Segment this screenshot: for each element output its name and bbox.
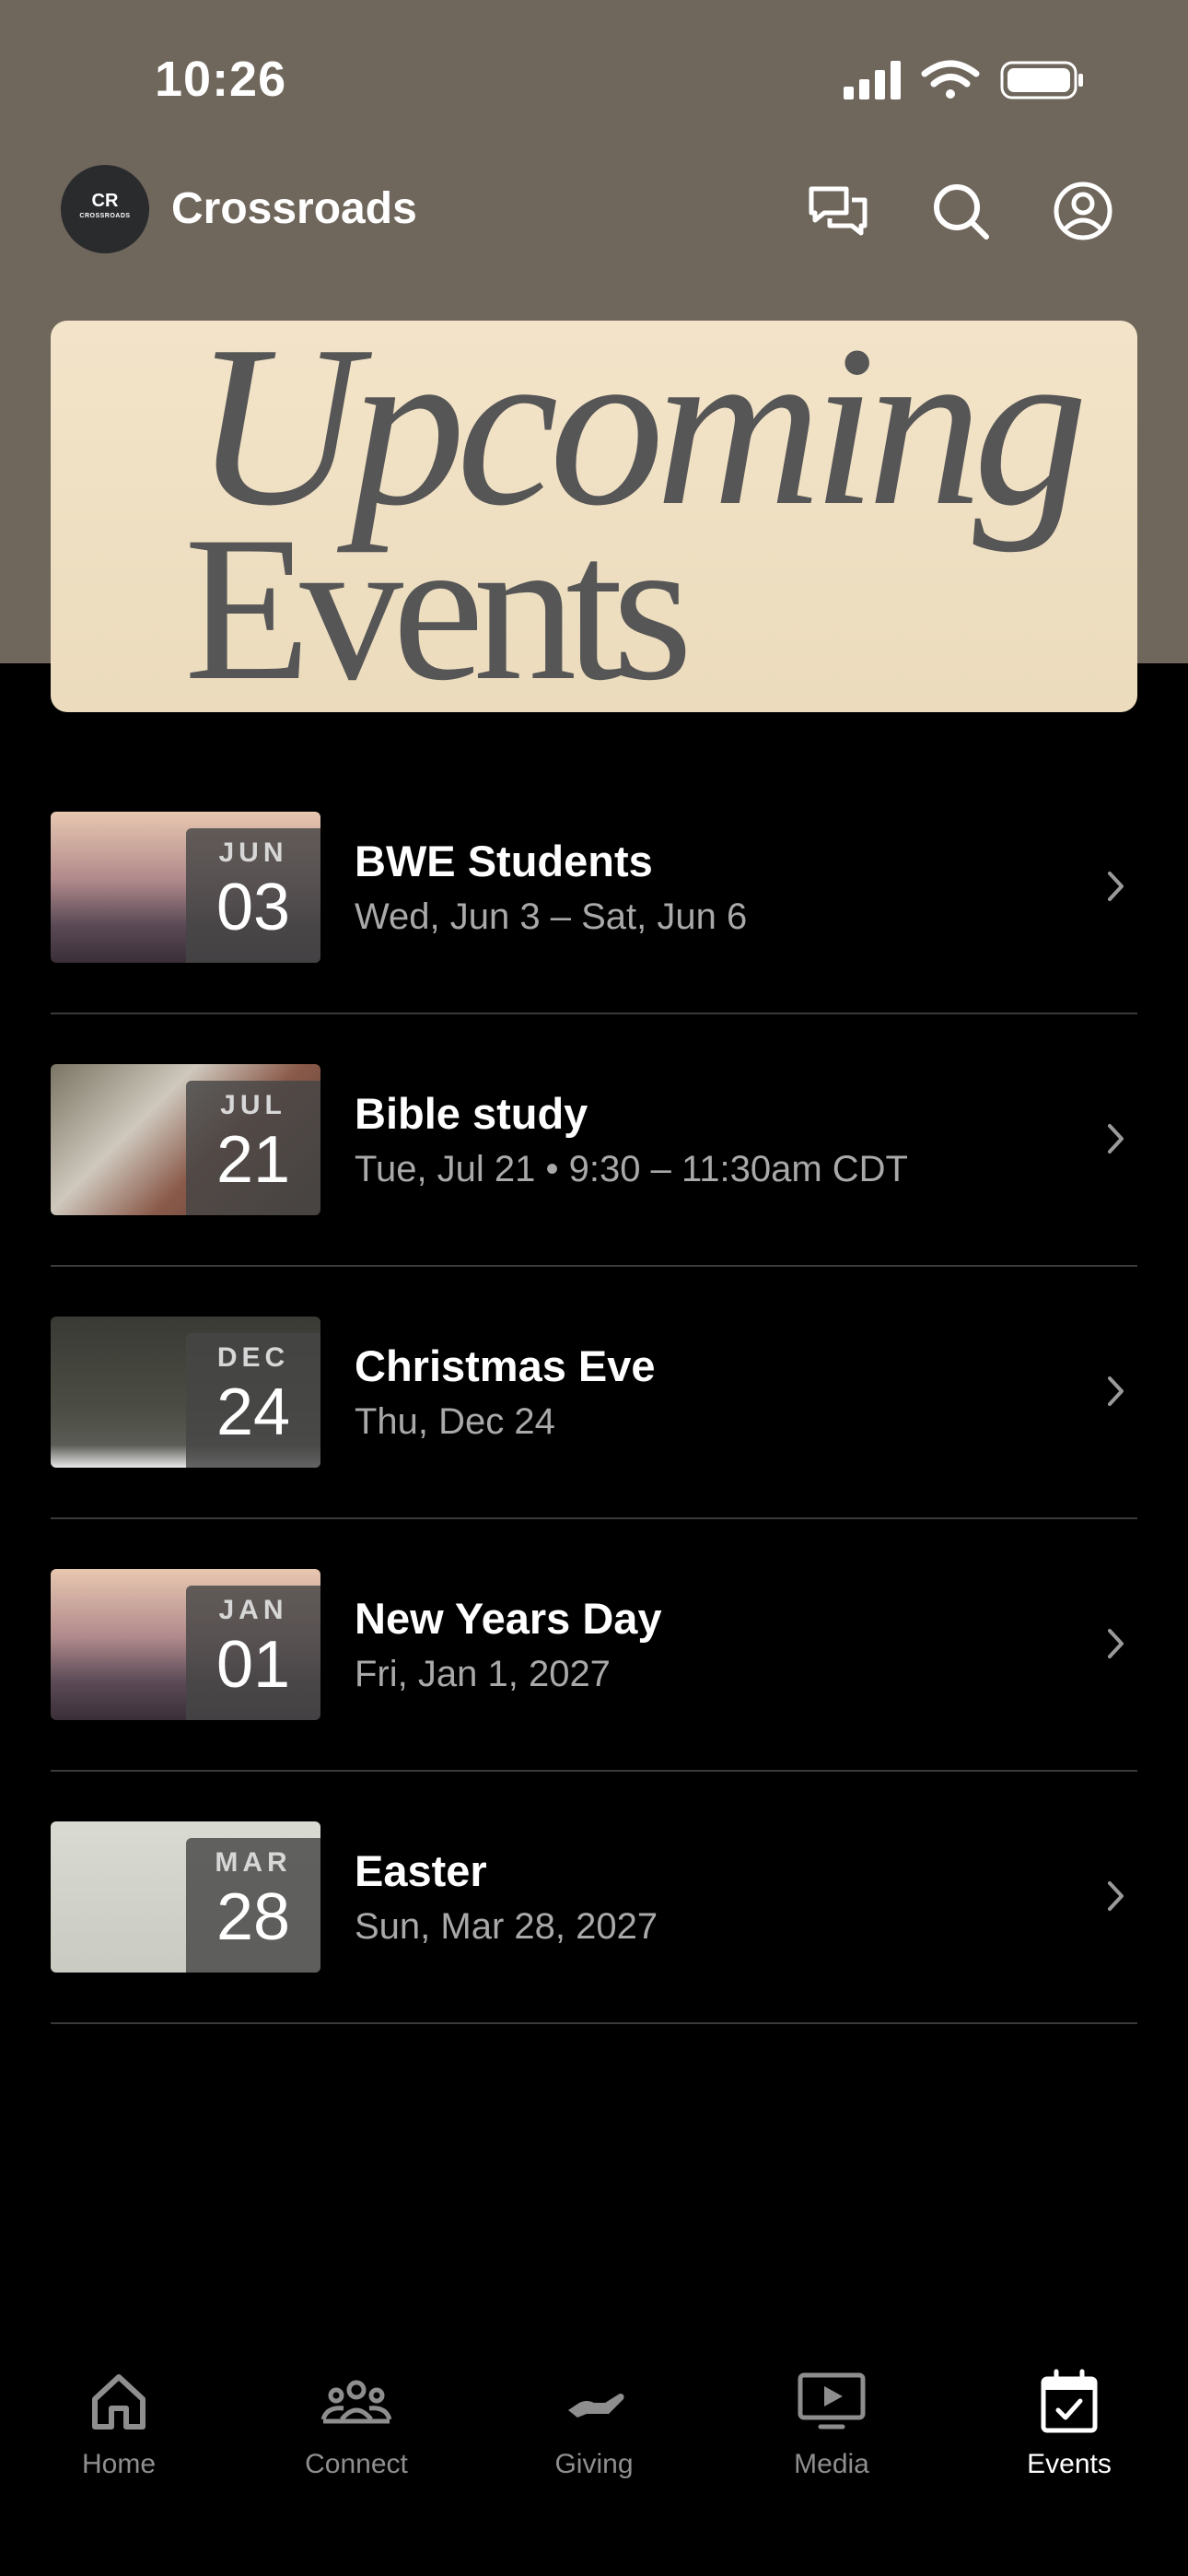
tab-label: Connect — [305, 2449, 408, 2479]
tab-label: Home — [81, 2449, 157, 2479]
event-subtitle: Fri, Jan 1, 2027 — [355, 1654, 611, 1694]
event-day: 28 — [215, 1880, 291, 1954]
event-title: Christmas Eve — [355, 1341, 656, 1390]
event-row[interactable]: JAN 01 New Years Day Fri, Jan 1, 2027 — [51, 1519, 1137, 1772]
event-date-badge: DEC 24 — [186, 1333, 320, 1468]
church-logo[interactable]: CR CROSSROADS — [61, 165, 149, 253]
event-date-badge: JUL 21 — [186, 1081, 320, 1215]
chevron-right-icon — [1108, 1376, 1124, 1406]
status-bar: 10:26 — [0, 0, 1188, 161]
chevron-right-icon — [1108, 1881, 1124, 1911]
logo-mark: CR — [91, 191, 119, 211]
giving-icon — [568, 2394, 624, 2418]
event-subtitle: Tue, Jul 21 • 9:30 – 11:30am CDT — [355, 1149, 908, 1189]
event-title: New Years Day — [355, 1594, 662, 1643]
events-list: JUN 03 BWE Students Wed, Jun 3 – Sat, Ju… — [51, 762, 1137, 2024]
tab-label: Giving — [554, 2449, 634, 2479]
logo-subtext: CROSSROADS — [79, 213, 131, 219]
status-time: 10:26 — [155, 52, 287, 107]
tab-media[interactable]: Media — [713, 2348, 950, 2532]
tab-home[interactable]: Home — [0, 2348, 238, 2532]
banner-title-line2: Events — [184, 493, 693, 712]
event-thumbnail: JUN 03 — [51, 812, 320, 963]
tab-giving[interactable]: Giving — [475, 2348, 713, 2532]
event-date-badge: JUN 03 — [186, 828, 320, 963]
profile-icon[interactable] — [1050, 178, 1116, 244]
event-subtitle: Wed, Jun 3 – Sat, Jun 6 — [355, 896, 748, 937]
calendar-icon — [1041, 2369, 1098, 2433]
event-month: MAR — [215, 1847, 292, 1878]
chevron-right-icon — [1108, 1629, 1124, 1658]
status-icons — [844, 60, 1083, 100]
event-thumbnail: JUL 21 — [51, 1064, 320, 1215]
event-month: JUN — [218, 837, 288, 868]
tab-events[interactable]: Events — [950, 2348, 1188, 2532]
event-day: 03 — [215, 871, 291, 944]
chevron-right-icon — [1108, 872, 1124, 901]
event-row[interactable]: DEC 24 Christmas Eve Thu, Dec 24 — [51, 1267, 1137, 1519]
event-thumbnail: JAN 01 — [51, 1569, 320, 1720]
tab-bar: Home Connect Giving Media Events — [0, 2348, 1188, 2576]
event-row[interactable]: JUN 03 BWE Students Wed, Jun 3 – Sat, Ju… — [51, 762, 1137, 1014]
upcoming-events-banner: Upcoming Events — [51, 321, 1137, 712]
signal-icon — [844, 61, 901, 100]
tab-label: Events — [1027, 2449, 1112, 2479]
event-row[interactable]: MAR 28 Easter Sun, Mar 28, 2027 — [51, 1772, 1137, 2024]
tab-label: Media — [794, 2449, 869, 2479]
search-icon[interactable] — [927, 178, 994, 244]
event-row[interactable]: JUL 21 Bible study Tue, Jul 21 • 9:30 – … — [51, 1014, 1137, 1267]
home-icon — [92, 2374, 146, 2430]
event-title: Easter — [355, 1846, 487, 1895]
tab-connect[interactable]: Connect — [238, 2348, 475, 2532]
app-header: CR CROSSROADS Crossroads — [0, 161, 1188, 263]
event-thumbnail: MAR 28 — [51, 1821, 320, 1973]
event-title: BWE Students — [355, 837, 653, 885]
wifi-icon — [921, 60, 980, 99]
media-icon — [798, 2372, 866, 2430]
chevron-right-icon — [1108, 1124, 1124, 1153]
event-month: JAN — [218, 1595, 288, 1625]
battery-icon — [1000, 61, 1083, 100]
event-day: 01 — [215, 1628, 291, 1702]
event-title: Bible study — [355, 1089, 588, 1138]
event-date-badge: MAR 28 — [186, 1838, 320, 1973]
chat-icon[interactable] — [806, 178, 872, 244]
event-subtitle: Sun, Mar 28, 2027 — [355, 1906, 658, 1947]
event-day: 24 — [215, 1376, 291, 1449]
event-subtitle: Thu, Dec 24 — [355, 1401, 555, 1442]
event-day: 21 — [215, 1123, 291, 1197]
event-month: JUL — [220, 1090, 286, 1120]
people-icon — [320, 2380, 392, 2424]
event-month: DEC — [216, 1342, 290, 1373]
brand-name: Crossroads — [171, 184, 417, 233]
event-date-badge: JAN 01 — [186, 1586, 320, 1720]
event-thumbnail: DEC 24 — [51, 1317, 320, 1468]
